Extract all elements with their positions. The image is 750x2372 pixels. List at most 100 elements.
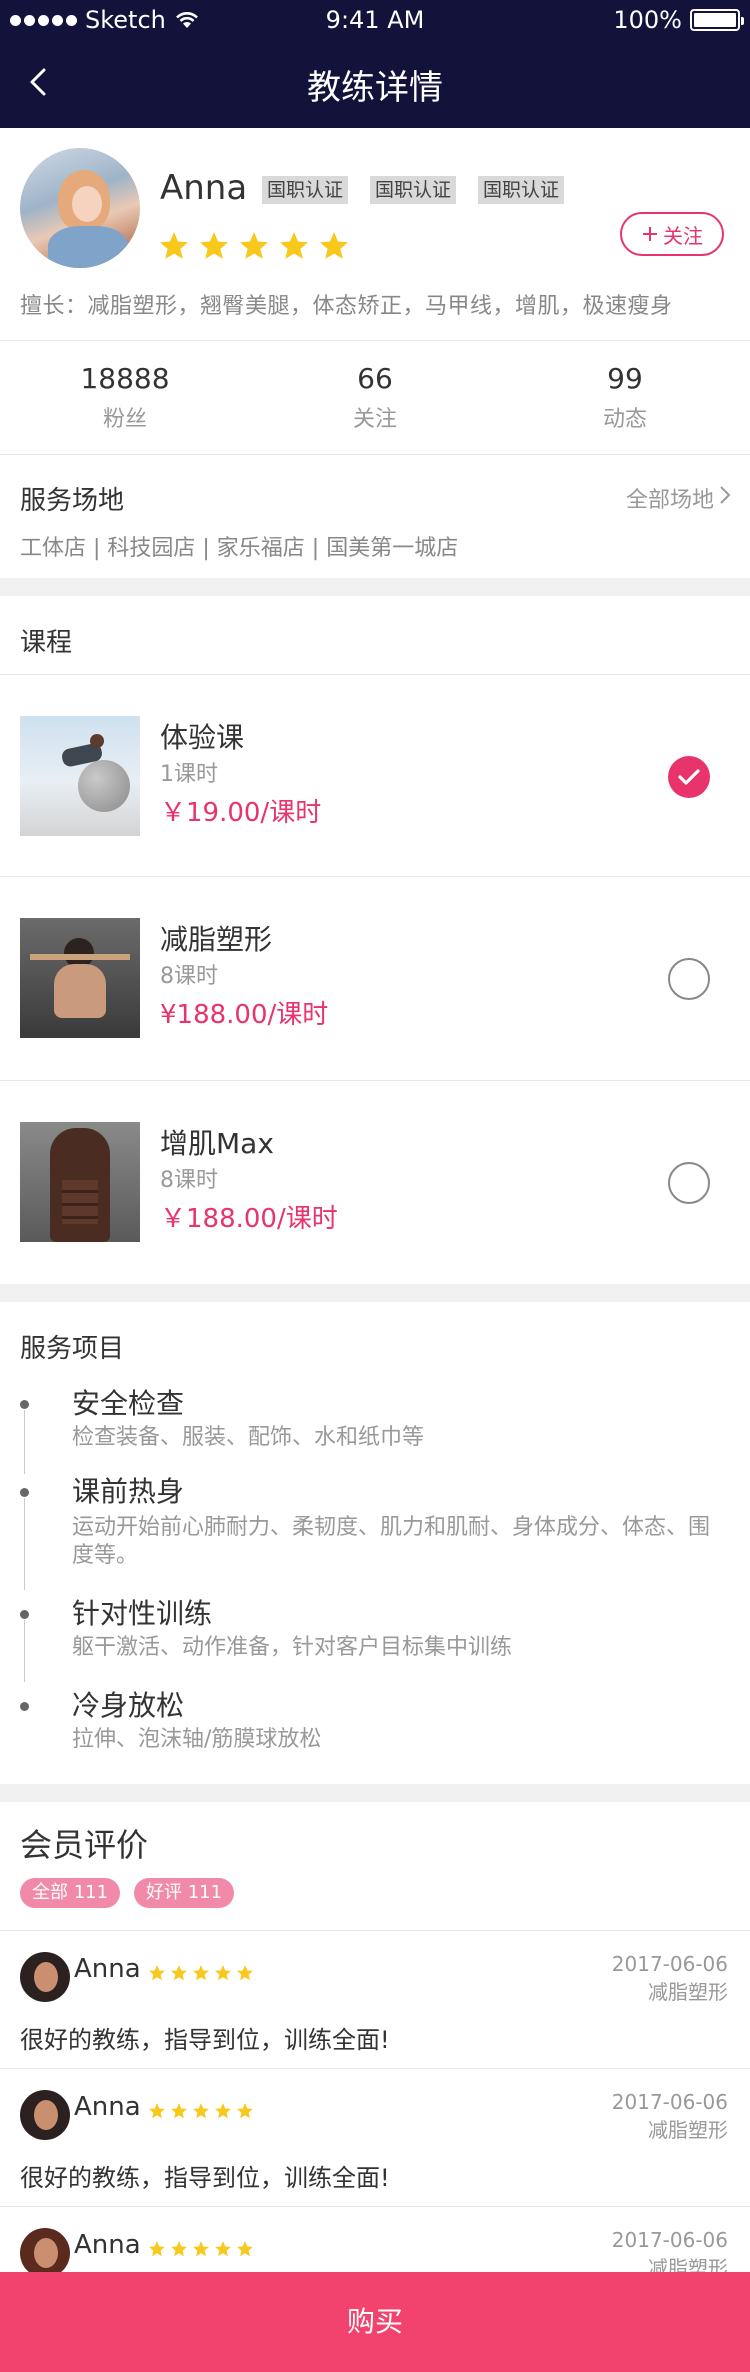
service-desc: 拉伸、泡沫轴/筋膜球放松 — [72, 1727, 322, 1752]
section-gap — [0, 578, 750, 596]
star-icon — [193, 2103, 209, 2119]
timeline-line — [24, 1620, 25, 1682]
star-icon — [239, 232, 269, 259]
battery-icon — [690, 9, 744, 31]
course-name: 体验课 — [160, 721, 245, 754]
star-icon — [159, 232, 189, 259]
star-icon — [319, 232, 349, 259]
divider — [0, 674, 750, 675]
cert-badge: 国职认证 — [478, 176, 565, 204]
divider — [0, 1930, 750, 1931]
stat-posts[interactable]: 99 动态 — [500, 362, 750, 433]
battery-percent: 100% — [613, 6, 682, 34]
review-date: 2017-06-06 — [611, 2228, 728, 2252]
review-item: Anna 2017-06-06 减脂塑形 很好的教练，指导到位，训练全面! — [0, 2070, 750, 2208]
star-icon — [171, 1965, 187, 1981]
star-icon — [215, 1965, 231, 1981]
follow-button[interactable]: 关注 — [620, 212, 724, 256]
service-title: 针对性训练 — [72, 1597, 213, 1630]
coach-avatar[interactable] — [20, 148, 140, 268]
stats-row: 18888 粉丝 66 关注 99 动态 — [0, 342, 750, 454]
services-title: 服务项目 — [20, 1334, 125, 1364]
coach-name: Anna — [160, 168, 248, 208]
course-image — [20, 1122, 140, 1242]
cert-badge: 国职认证 — [262, 176, 349, 204]
timeline-dot — [20, 1702, 29, 1711]
star-icon — [199, 232, 229, 259]
filter-tag-all[interactable]: 全部 111 — [20, 1878, 121, 1908]
plus-icon — [643, 227, 657, 241]
course-radio[interactable] — [668, 958, 710, 1000]
star-icon — [171, 2103, 187, 2119]
star-icon — [149, 2241, 165, 2257]
reviewer-avatar[interactable] — [20, 2228, 70, 2278]
review-item: Anna 2017-06-06 减脂塑形 很好的教练，指导到位，训练全面! — [0, 1932, 750, 2070]
cert-badge: 国职认证 — [370, 176, 457, 204]
status-bar: Sketch 9:41 AM 100% — [0, 0, 750, 40]
service-title: 安全检查 — [72, 1387, 185, 1420]
coach-skills: 擅长：减脂塑形，翘臀美腿，体态矫正，马甲线，增肌，极速瘦身 — [20, 294, 673, 319]
course-radio-selected[interactable] — [668, 756, 710, 798]
star-icon — [215, 2241, 231, 2257]
service-desc: 躯干激活、动作准备，针对客户目标集中训练 — [72, 1635, 513, 1660]
service-desc: 检查装备、服装、配饰、水和纸巾等 — [72, 1425, 425, 1450]
star-icon — [237, 2103, 253, 2119]
timeline-line — [24, 1498, 25, 1590]
course-hours: 8课时 — [160, 964, 218, 989]
course-hours: 8课时 — [160, 1168, 218, 1193]
stat-number: 66 — [357, 362, 393, 395]
stat-number: 18888 — [80, 362, 170, 395]
stat-label: 关注 — [352, 407, 397, 432]
reviewer-avatar[interactable] — [20, 2090, 70, 2140]
buy-button[interactable]: 购买 — [0, 2272, 750, 2372]
service-title: 冷身放松 — [72, 1689, 185, 1722]
review-date: 2017-06-06 — [611, 1952, 728, 1976]
reviewer-avatar[interactable] — [20, 1952, 70, 2002]
course-price: ￥188.00/课时 — [160, 1204, 338, 1234]
divider — [0, 2206, 750, 2207]
coach-profile: Anna 国职认证 国职认证 国职认证 关注 擅长：减脂塑形，翘臀美腿，体态矫正… — [0, 128, 750, 340]
rating-stars — [158, 230, 350, 262]
courses-title: 课程 — [20, 628, 73, 658]
chevron-right-icon[interactable] — [718, 484, 732, 506]
star-icon — [149, 1965, 165, 1981]
reviewer-name: Anna — [74, 1954, 141, 1984]
venue-list: 工体店 | 科技园店 | 家乐福店 | 国美第一城店 — [20, 536, 459, 561]
follow-label: 关注 — [663, 223, 703, 248]
review-date: 2017-06-06 — [611, 2090, 728, 2114]
review-course: 减脂塑形 — [648, 1980, 728, 2004]
check-icon — [678, 769, 700, 785]
reviews-title: 会员评价 — [20, 1826, 149, 1864]
review-stars — [148, 1964, 254, 1982]
stat-label: 粉丝 — [102, 407, 147, 432]
review-text: 很好的教练，指导到位，训练全面! — [20, 2164, 390, 2192]
review-stars — [148, 2102, 254, 2120]
course-price: ¥188.00/课时 — [160, 1000, 329, 1030]
course-item[interactable]: 减脂塑形 8课时 ¥188.00/课时 — [0, 878, 750, 1080]
filter-tag-positive[interactable]: 好评 111 — [134, 1878, 235, 1908]
all-venues-link[interactable]: 全部场地 — [626, 482, 714, 514]
course-image — [20, 716, 140, 836]
course-name: 减脂塑形 — [160, 923, 273, 956]
divider — [0, 1080, 750, 1081]
stat-fans[interactable]: 18888 粉丝 — [0, 362, 250, 433]
section-gap — [0, 1284, 750, 1302]
divider — [0, 454, 750, 455]
star-icon — [279, 232, 309, 259]
course-price: ￥19.00/课时 — [160, 798, 322, 828]
stat-number: 99 — [607, 362, 643, 395]
divider — [0, 876, 750, 877]
course-name: 增肌Max — [160, 1127, 274, 1160]
venue-title: 服务场地 — [20, 486, 125, 516]
section-gap — [0, 1784, 750, 1802]
course-item[interactable]: 体验课 1课时 ￥19.00/课时 — [0, 676, 750, 878]
timeline-dot — [20, 1488, 29, 1497]
course-item[interactable]: 增肌Max 8课时 ￥188.00/课时 — [0, 1082, 750, 1284]
divider — [0, 340, 750, 341]
timeline-dot — [20, 1610, 29, 1619]
course-radio[interactable] — [668, 1162, 710, 1204]
reviewer-name: Anna — [74, 2092, 141, 2122]
stat-following[interactable]: 66 关注 — [250, 362, 500, 433]
divider — [0, 2068, 750, 2069]
reviewer-name: Anna — [74, 2230, 141, 2260]
